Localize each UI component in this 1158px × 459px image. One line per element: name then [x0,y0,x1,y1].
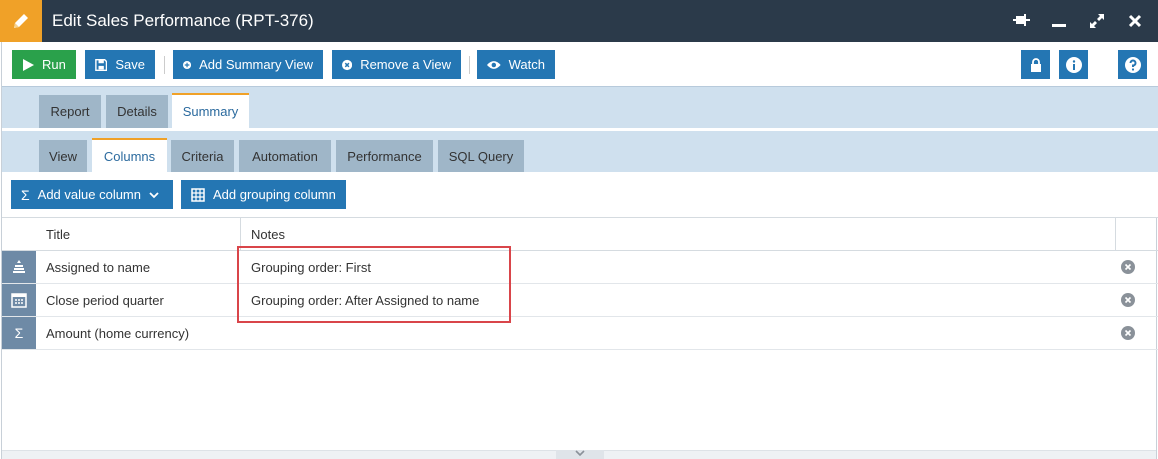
remove-row-icon[interactable] [1121,326,1135,340]
sigma-icon: Σ [21,186,30,203]
grid-icon [191,187,205,202]
maximize-icon[interactable] [1084,8,1110,34]
sigma-icon: Σ [2,317,36,349]
toolbar-separator [164,56,165,74]
primary-tabs: Report Details Summary [2,86,1158,128]
calendar-icon [2,284,36,316]
add-summary-view-button[interactable]: Add Summary View [173,50,323,79]
chevron-down-icon [575,450,585,457]
row-title: Assigned to name [46,259,151,275]
tab-automation[interactable]: Automation [239,140,331,173]
tab-summary[interactable]: Summary [172,93,249,128]
tab-columns[interactable]: Columns [92,138,167,173]
remove-row-icon[interactable] [1121,293,1135,307]
tab-sql-query[interactable]: SQL Query [438,140,524,173]
plus-circle-icon [183,60,192,69]
add-value-column-button[interactable]: Σ Add value column [11,180,173,209]
people-stack-icon [2,251,36,283]
toolbar-separator [469,56,470,74]
table-row[interactable]: Σ Amount (home currency) [2,317,1158,350]
lock-icon[interactable] [1021,50,1050,79]
column-header-notes[interactable]: Notes [241,218,285,250]
remove-view-button[interactable]: Remove a View [332,50,461,79]
table-row[interactable]: Close period quarter Grouping order: Aft… [2,284,1158,317]
save-button[interactable]: Save [85,50,155,79]
chevron-down-icon [149,191,159,198]
run-button[interactable]: Run [12,50,76,79]
toolbar: Run Save Add Summary View Remove a View … [2,42,1158,86]
play-icon [23,58,34,71]
minimize-icon[interactable] [1046,8,1072,34]
column-actions: Σ Add value column Add grouping column [2,172,1158,218]
secondary-tabs: View Columns Criteria Automation Perform… [2,128,1158,173]
pencil-icon [0,0,42,42]
add-grouping-column-button[interactable]: Add grouping column [181,180,346,209]
table-row[interactable]: Assigned to name Grouping order: First [2,251,1158,284]
close-icon[interactable] [1122,8,1148,34]
window-titlebar: Edit Sales Performance (RPT-376) [0,0,1158,42]
info-icon[interactable] [1059,50,1088,79]
x-circle-icon [342,59,353,70]
grid-header: Title Notes [2,218,1158,251]
pin-icon[interactable] [1008,8,1034,34]
row-notes: Grouping order: After Assigned to name [251,292,480,308]
tab-details[interactable]: Details [106,95,168,128]
remove-row-icon[interactable] [1121,260,1135,274]
splitter-handle[interactable] [556,450,604,459]
column-header-title[interactable]: Title [36,218,70,250]
tab-criteria[interactable]: Criteria [171,140,234,173]
help-icon[interactable] [1118,50,1147,79]
window-title: Edit Sales Performance (RPT-376) [52,11,314,30]
tab-performance[interactable]: Performance [336,140,433,173]
watch-button[interactable]: Watch [477,50,555,79]
row-notes: Grouping order: First [251,259,371,275]
eye-icon [487,60,501,69]
tab-view[interactable]: View [39,140,87,173]
floppy-icon [95,58,108,71]
tab-report[interactable]: Report [39,95,101,128]
row-title: Amount (home currency) [46,325,190,341]
row-title: Close period quarter [46,292,164,308]
